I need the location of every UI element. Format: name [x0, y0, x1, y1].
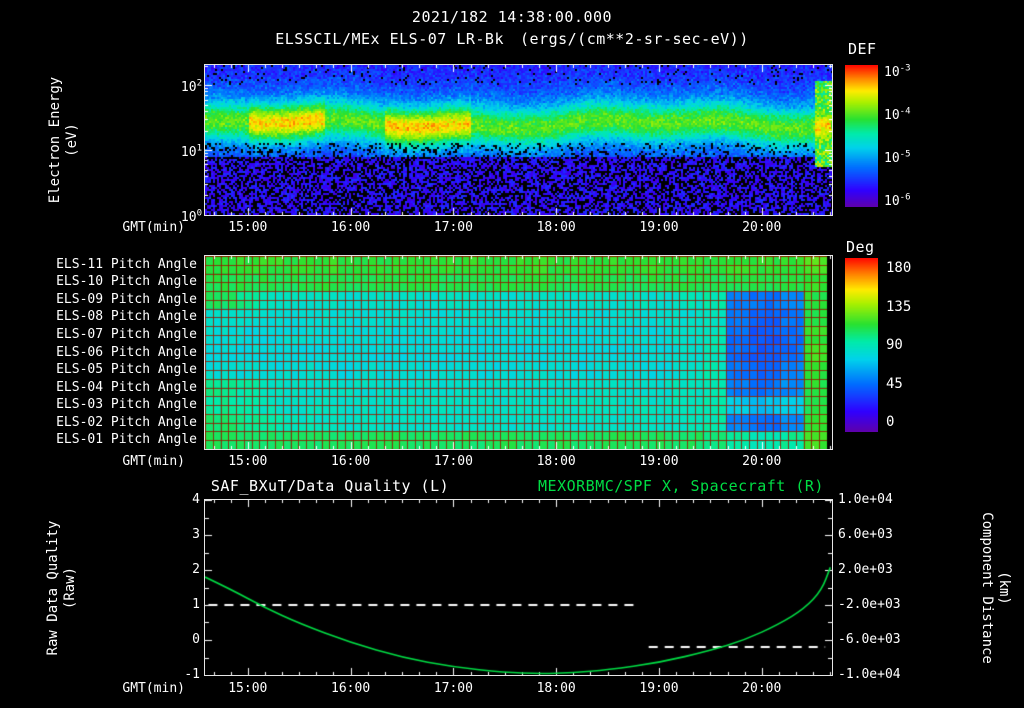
distance-tick-label: -1.0e+04 — [838, 667, 901, 683]
distance-tick-label: 6.0e+03 — [838, 527, 893, 543]
time-tick-label: 20:00 — [732, 220, 792, 236]
pitch-row-label: ELS-08 Pitch Angle — [0, 309, 197, 325]
header-datetime: 2021/182 14:38:00.000 — [0, 8, 1024, 26]
time-tick-label: 19:00 — [629, 454, 689, 470]
pitch-row-label: ELS-01 Pitch Angle — [0, 432, 197, 448]
time-tick-label: 20:00 — [732, 454, 792, 470]
spacecraft-plot-title: MEXORBMC/SPF X, Spacecraft (R) — [530, 477, 832, 495]
deg-colorbar-title: Deg — [846, 238, 875, 256]
def-colorbar — [845, 65, 878, 207]
time-tick-label: 15:00 — [218, 220, 278, 236]
distance-axis-label-line1: Component Distance — [978, 512, 995, 664]
deg-colorbar-tick-label: 45 — [886, 376, 903, 392]
def-colorbar-tick-label: 10-3 — [884, 61, 911, 81]
pitch-angle-plot — [205, 256, 832, 449]
energy-axis-label: Electron Energy (eV) — [47, 55, 81, 225]
pitch-row-label: ELS-04 Pitch Angle — [0, 380, 197, 396]
quality-tick-label: 4 — [158, 492, 200, 508]
pitch-row-label: ELS-10 Pitch Angle — [0, 274, 197, 290]
time-tick-label: 17:00 — [423, 454, 483, 470]
quality-plot-title: SAF_BXuT/Data Quality (L) — [205, 477, 455, 495]
deg-colorbar-tick-label: 135 — [886, 299, 911, 315]
distance-axis-label-line2: (km) — [995, 571, 1012, 605]
distance-tick-label: -6.0e+03 — [838, 632, 901, 648]
energy-axis-label-line1: Electron Energy — [47, 77, 64, 203]
time-tick-label: 16:00 — [321, 454, 381, 470]
pitch-row-label: ELS-06 Pitch Angle — [0, 345, 197, 361]
spectrogram-units: (ergs/(cm**2-sr-sec-eV)) — [520, 30, 749, 48]
time-tick-label: 19:00 — [629, 681, 689, 697]
line-xaxis-label: GMT(min) — [92, 681, 185, 697]
def-colorbar-tick-label: 10-5 — [884, 147, 911, 167]
quality-tick-label: 0 — [158, 632, 200, 648]
pitch-row-label: ELS-07 Pitch Angle — [0, 327, 197, 343]
els-data-display: 2021/182 14:38:00.000 ELSSCIL/MEx ELS-07… — [0, 0, 1024, 708]
deg-colorbar-tick-label: 180 — [886, 260, 911, 276]
energy-tick-label: 101 — [156, 141, 202, 161]
time-tick-label: 19:00 — [629, 220, 689, 236]
spectrogram-xaxis-label: GMT(min) — [92, 220, 185, 236]
time-tick-label: 18:00 — [526, 220, 586, 236]
time-tick-label: 16:00 — [321, 681, 381, 697]
time-tick-label: 15:00 — [218, 454, 278, 470]
distance-tick-label: 2.0e+03 — [838, 562, 893, 578]
distance-tick-label: 1.0e+04 — [838, 492, 893, 508]
spectrogram-title: ELSSCIL/MEx ELS-07 LR-Bk — [275, 30, 504, 48]
def-colorbar-tick-label: 10-4 — [884, 104, 911, 124]
quality-tick-label: 3 — [158, 527, 200, 543]
pitch-angle-canvas — [205, 256, 832, 449]
quality-tick-label: 2 — [158, 562, 200, 578]
pitch-xaxis-label: GMT(min) — [92, 454, 185, 470]
distance-axis-label: Component Distance (km) — [978, 488, 1012, 688]
deg-colorbar-tick-label: 90 — [886, 337, 903, 353]
deg-colorbar — [845, 258, 878, 432]
line-plot — [205, 500, 832, 675]
deg-colorbar-tick-label: 0 — [886, 414, 894, 430]
distance-tick-label: -2.0e+03 — [838, 597, 901, 613]
pitch-row-label: ELS-11 Pitch Angle — [0, 257, 197, 273]
quality-axis-label-line2: (Raw) — [62, 567, 79, 609]
time-tick-label: 18:00 — [526, 681, 586, 697]
quality-tick-label: 1 — [158, 597, 200, 613]
spectrogram-plot — [205, 65, 832, 215]
quality-axis-label: Raw Data Quality (Raw) — [45, 503, 79, 673]
energy-axis-label-line2: (eV) — [64, 123, 81, 157]
time-tick-label: 17:00 — [423, 681, 483, 697]
pitch-row-label: ELS-09 Pitch Angle — [0, 292, 197, 308]
def-colorbar-tick-label: 10-6 — [884, 190, 911, 210]
pitch-row-label: ELS-02 Pitch Angle — [0, 415, 197, 431]
spectrogram-canvas — [205, 65, 832, 215]
time-tick-label: 18:00 — [526, 454, 586, 470]
def-colorbar-title: DEF — [848, 40, 877, 58]
line-plot-canvas — [205, 500, 832, 675]
pitch-row-label: ELS-05 Pitch Angle — [0, 362, 197, 378]
time-tick-label: 17:00 — [423, 220, 483, 236]
quality-axis-label-line1: Raw Data Quality — [45, 521, 62, 656]
time-tick-label: 16:00 — [321, 220, 381, 236]
pitch-row-label: ELS-03 Pitch Angle — [0, 397, 197, 413]
energy-tick-label: 102 — [156, 76, 202, 96]
time-tick-label: 20:00 — [732, 681, 792, 697]
time-tick-label: 15:00 — [218, 681, 278, 697]
